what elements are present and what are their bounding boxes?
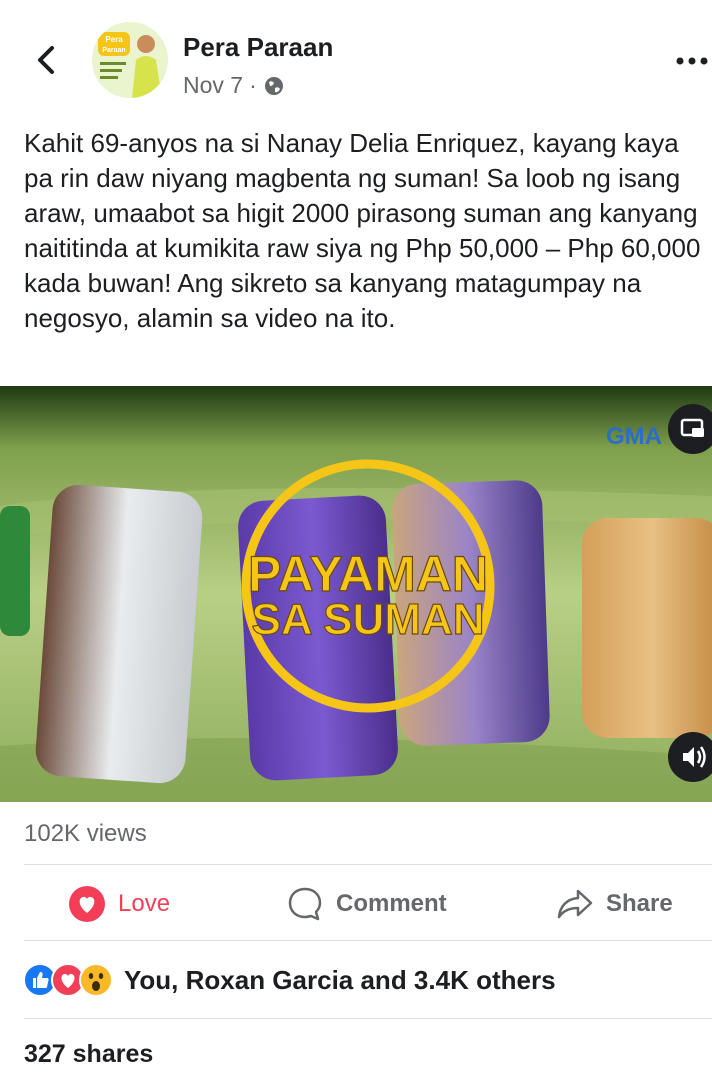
avatar-brand-line2: Paraan: [102, 47, 125, 54]
avatar-brand-line1: Pera: [105, 35, 123, 44]
post-date[interactable]: Nov 7: [183, 72, 243, 99]
video-title-line2: SA SUMAN: [251, 595, 484, 644]
comment-label: Comment: [336, 890, 447, 917]
love-button[interactable]: Love: [68, 884, 170, 924]
view-count[interactable]: 102K views: [24, 820, 147, 848]
action-bar: Love Comment Share: [0, 868, 712, 940]
page-avatar[interactable]: Pera Paraan: [92, 22, 168, 98]
share-icon: [557, 889, 593, 919]
reactions-summary[interactable]: You, Roxan Garcia and 3.4K others: [22, 958, 556, 1002]
globe-icon: [264, 76, 283, 95]
more-options-icon[interactable]: [672, 46, 712, 76]
reactions-text: You, Roxan Garcia and 3.4K others: [124, 964, 556, 995]
video-title-line1: PAYAMAN: [248, 546, 488, 602]
share-label: Share: [606, 890, 673, 917]
video-frame: PAYAMAN SA SUMAN GMA: [0, 386, 712, 802]
volume-icon[interactable]: [668, 732, 712, 782]
divider-mid: [24, 940, 712, 941]
share-count[interactable]: 327 shares: [24, 1040, 153, 1069]
love-reaction-icon: [69, 886, 105, 922]
gma-watermark: GMA: [606, 423, 662, 450]
post-caption: Kahit 69-anyos na si Nanay Delia Enrique…: [24, 128, 701, 333]
page-name[interactable]: Pera Paraan: [183, 32, 333, 63]
divider-top: [24, 864, 712, 865]
comment-icon: [288, 887, 322, 921]
share-button[interactable]: Share: [556, 884, 673, 924]
comment-button[interactable]: Comment: [286, 884, 447, 924]
post-header: Pera Paraan Pera Paraan Nov 7 ·: [0, 0, 712, 110]
divider-bottom: [24, 1018, 712, 1019]
video-player[interactable]: PAYAMAN SA SUMAN GMA: [0, 386, 712, 802]
picture-in-picture-icon[interactable]: [668, 404, 712, 454]
post-meta: Nov 7 ·: [183, 72, 285, 99]
meta-separator: ·: [249, 72, 257, 98]
love-label: Love: [118, 890, 171, 917]
back-arrow-icon[interactable]: [28, 40, 68, 80]
wow-reaction-icon: [79, 963, 113, 997]
